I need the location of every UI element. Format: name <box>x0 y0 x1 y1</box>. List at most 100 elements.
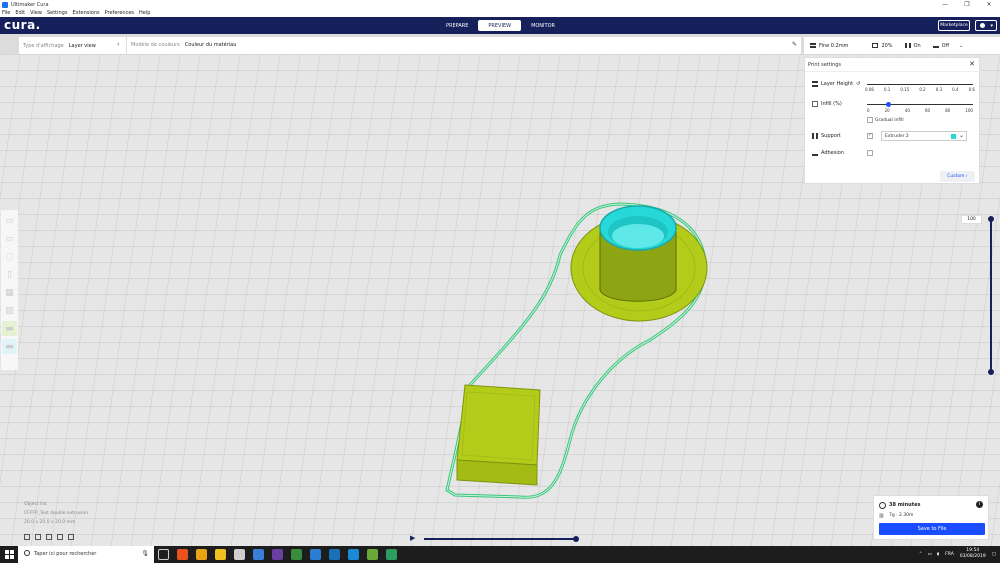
adhesion-icon <box>932 43 939 48</box>
tab-monitor[interactable]: MONITOR <box>521 20 565 31</box>
material-usage: 7g · 2.30m <box>889 513 914 518</box>
extruder-2-icon[interactable]: ▬ <box>2 339 17 354</box>
divider <box>805 71 981 72</box>
front-view-icon[interactable] <box>35 534 41 540</box>
path-slider-handle[interactable] <box>573 536 579 542</box>
windows-taskbar: Taper ici pour rechercher 🎙 ⌃ ▭ ◖ FRA 19… <box>0 546 1000 563</box>
taskbar-search-input[interactable]: Taper ici pour rechercher 🎙 <box>18 546 154 563</box>
menu-file[interactable]: File <box>2 10 10 16</box>
mirror-tool-icon[interactable]: ▯ <box>2 267 17 282</box>
app-icon[interactable] <box>291 549 302 560</box>
per-model-settings-icon[interactable]: ▦ <box>2 285 17 300</box>
layer-number-input[interactable]: 100 <box>961 215 982 224</box>
layer-slider-bottom-handle[interactable] <box>988 369 994 375</box>
network-icon[interactable]: ▭ <box>928 552 932 557</box>
support-blocker-icon[interactable]: ▥ <box>2 303 17 318</box>
minimize-icon[interactable]: — <box>934 0 956 9</box>
search-icon <box>24 550 30 556</box>
infill-slider[interactable] <box>867 104 973 105</box>
rotate-tool-icon[interactable]: ◌ <box>2 249 17 264</box>
cura-taskbar-icon[interactable] <box>329 549 340 560</box>
menu-view[interactable]: View <box>30 10 42 16</box>
cura-app-icon <box>2 1 8 8</box>
search-placeholder: Taper ici pour rechercher <box>34 551 97 557</box>
infill-slider-handle[interactable] <box>885 102 891 107</box>
view-type-select[interactable]: Layer view <box>69 43 96 49</box>
chrome-icon[interactable] <box>196 549 207 560</box>
microphone-icon[interactable]: 🎙 <box>141 550 149 557</box>
custom-settings-button[interactable]: Custom › <box>940 171 975 182</box>
profile-value: Fine 0.2mm <box>819 42 849 49</box>
close-window-icon[interactable]: ✕ <box>978 0 1000 9</box>
app-icon[interactable] <box>367 549 378 560</box>
divider <box>126 37 127 54</box>
tick-label: 0.3 <box>935 87 943 92</box>
menu-help[interactable]: Help <box>139 10 150 16</box>
extruder-name: Extruder 2 <box>885 134 909 139</box>
volume-icon[interactable]: ◖ <box>937 552 939 557</box>
file-explorer-icon[interactable] <box>215 549 226 560</box>
notification-icon[interactable]: ▢ <box>992 552 996 557</box>
menu-edit[interactable]: Edit <box>15 10 25 16</box>
layer-slider-track[interactable] <box>990 219 992 372</box>
info-icon[interactable]: i <box>976 501 983 508</box>
chevron-down-icon[interactable]: ⌄ <box>959 43 963 49</box>
support-extruder-select[interactable]: Extruder 2 ⌄ <box>881 131 967 141</box>
path-slider-track[interactable] <box>424 538 576 540</box>
firefox-icon[interactable] <box>177 549 188 560</box>
move-tool-icon[interactable]: ▭ <box>2 213 17 228</box>
tick-label: 0.1 <box>883 87 891 92</box>
save-to-file-button[interactable]: Save to File <box>879 523 985 535</box>
store-icon[interactable] <box>234 549 245 560</box>
marketplace-button[interactable]: Marketplace <box>938 20 970 31</box>
play-icon[interactable]: ▶ <box>410 534 415 542</box>
infill-label: Infill (%) <box>821 101 842 107</box>
chevron-left-icon[interactable]: ‹ <box>117 41 119 48</box>
cura-header: cura. PREPARE PREVIEW MONITOR Marketplac… <box>0 17 1000 34</box>
windows-start-icon[interactable] <box>5 550 14 559</box>
window-title-bar: Ultimaker Cura — ❐ ✕ <box>0 0 1000 9</box>
cube-model <box>456 384 541 466</box>
menu-settings[interactable]: Settings <box>47 10 68 16</box>
extruder-color-swatch <box>951 134 956 139</box>
tray-chevron-icon[interactable]: ⌃ <box>919 552 923 557</box>
support-checkbox[interactable] <box>867 132 873 139</box>
adhesion-value: Off <box>941 42 950 49</box>
tab-preview[interactable]: PREVIEW <box>478 20 522 31</box>
tick-label: 40 <box>904 108 910 113</box>
app-icon[interactable] <box>348 549 359 560</box>
print-setup-bar[interactable]: Fine 0.2mm 20% On Off ⌄ <box>804 37 1000 54</box>
layer-height-slider[interactable] <box>867 84 973 85</box>
task-view-icon[interactable] <box>158 549 169 560</box>
taskbar-clock[interactable]: 19:54 03/08/2019 <box>960 548 986 560</box>
language-indicator[interactable]: FRA <box>945 552 954 557</box>
account-button[interactable]: ▾ <box>975 20 997 31</box>
object-list-label[interactable]: Object list <box>24 500 88 509</box>
maximize-icon[interactable]: ❐ <box>956 0 978 9</box>
adhesion-checkbox[interactable] <box>867 150 873 156</box>
app-icon[interactable] <box>272 549 283 560</box>
reset-icon[interactable]: ↺ <box>856 81 860 87</box>
top-view-icon[interactable] <box>46 534 52 540</box>
menu-preferences[interactable]: Preferences <box>105 10 134 16</box>
gradual-infill-label: Gradual infill <box>875 118 904 123</box>
infill-row: Infill (%) <box>812 101 842 107</box>
app-icon[interactable] <box>253 549 264 560</box>
tab-prepare[interactable]: PREPARE <box>436 20 478 31</box>
app-icon[interactable] <box>310 549 321 560</box>
menu-extensions[interactable]: Extensions <box>72 10 99 16</box>
layer-slider-top-handle[interactable] <box>988 216 994 222</box>
layer-height-ticks: 0.06 0.1 0.15 0.2 0.3 0.4 0.6 <box>865 87 975 92</box>
adhesion-icon <box>812 150 818 156</box>
scale-tool-icon[interactable]: ▭ <box>2 231 17 246</box>
left-view-icon[interactable] <box>57 534 63 540</box>
app-icon[interactable] <box>386 549 397 560</box>
tick-label: 0.15 <box>900 87 910 92</box>
color-scheme-select[interactable]: Couleur du matériau <box>185 42 237 48</box>
right-view-icon[interactable] <box>68 534 74 540</box>
pencil-icon[interactable]: ✎ <box>792 41 797 48</box>
gradual-infill-checkbox[interactable] <box>867 117 873 123</box>
extruder-1-icon[interactable]: ▬ <box>2 321 17 336</box>
close-icon[interactable]: ✕ <box>969 60 975 68</box>
3d-view-icon[interactable] <box>24 534 30 540</box>
